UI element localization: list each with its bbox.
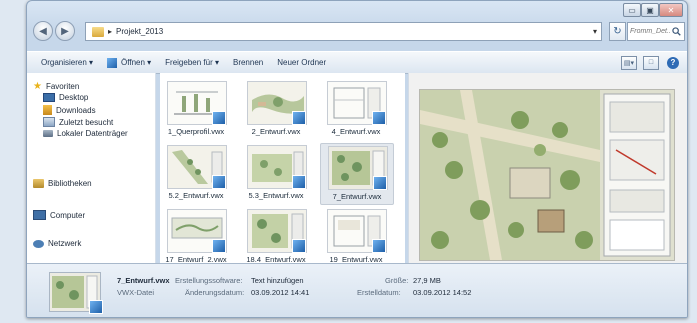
nav-downloads-label: Downloads <box>56 105 96 115</box>
file-tile[interactable]: 17_Entwurf_2.vwx <box>160 207 232 267</box>
file-tile[interactable]: 4_Entwurf.vwx <box>320 79 392 139</box>
details-modified-label: Änderungsdatum: <box>185 288 245 297</box>
vectorworks-file-icon <box>212 239 226 253</box>
details-modified-value: 03.09.2012 14:41 <box>251 288 310 297</box>
maximize-button[interactable]: ▣ <box>641 3 659 17</box>
library-icon <box>33 179 44 188</box>
file-name: 7_Entwurf.vwx <box>332 192 382 201</box>
vectorworks-icon <box>107 57 118 68</box>
nav-network-label: Netzwerk <box>48 239 82 248</box>
organize-menu[interactable]: Organisieren ▾ <box>41 58 93 67</box>
nav-local-drive[interactable]: Lokaler Datenträger <box>43 129 128 138</box>
address-row: ◀ ▶ ▸ Projekt_2013 ▾ ↻ <box>27 19 687 43</box>
new-folder-button[interactable]: Neuer Ordner <box>277 58 326 67</box>
breadcrumb-arrow-icon[interactable]: ▸ <box>108 27 112 36</box>
vectorworks-file-icon <box>372 239 386 253</box>
nav-favorites[interactable]: ★ Favoriten <box>33 81 79 92</box>
forward-button[interactable]: ▶ <box>55 21 75 41</box>
burn-button[interactable]: Brennen <box>233 58 263 67</box>
vectorworks-file-icon <box>372 111 386 125</box>
file-tile[interactable]: 1_Querprofil.vwx <box>160 79 232 139</box>
details-filetype: VWX-Datei <box>117 288 155 297</box>
nav-recent-label: Zuletzt besucht <box>59 117 114 127</box>
details-created-value: 03.09.2012 14:52 <box>413 288 472 297</box>
navigation-pane: ★ Favoriten Desktop Downloads Zuletzt be… <box>27 73 156 263</box>
back-arrow-icon: ◀ <box>39 25 47 37</box>
search-icon[interactable] <box>672 27 681 36</box>
nav-desktop-label: Desktop <box>59 93 89 102</box>
file-tile[interactable]: 5.3_Entwurf.vwx <box>240 143 312 203</box>
vectorworks-file-icon <box>292 239 306 253</box>
file-tile[interactable]: 18.4_Entwurf.vwx <box>240 207 312 267</box>
nav-computer[interactable]: Computer <box>33 210 85 220</box>
file-name: 4_Entwurf.vwx <box>331 127 381 136</box>
file-tile[interactable]: 2_Entwurf.vwx <box>240 79 312 139</box>
desktop-icon <box>43 93 55 102</box>
recent-places-icon <box>43 117 55 127</box>
details-created-label: Erstelldatum: <box>357 288 401 297</box>
back-button[interactable]: ◀ <box>33 21 53 41</box>
star-icon: ★ <box>33 81 42 92</box>
vectorworks-file-icon <box>89 300 103 314</box>
forward-arrow-icon: ▶ <box>61 25 69 37</box>
preview-image <box>419 89 675 261</box>
open-label: Öffnen ▾ <box>121 58 152 67</box>
share-menu[interactable]: Freigeben für ▾ <box>165 58 219 67</box>
nav-recent[interactable]: Zuletzt besucht <box>43 117 113 127</box>
vectorworks-file-icon <box>212 111 226 125</box>
close-button[interactable]: ✕ <box>659 3 683 17</box>
details-pane: 7_Entwurf.vwx VWX-Datei Erstellungssoftw… <box>27 263 687 317</box>
file-name: 2_Entwurf.vwx <box>251 127 301 136</box>
nav-local-drive-label: Lokaler Datenträger <box>57 129 128 138</box>
nav-downloads[interactable]: Downloads <box>43 105 96 115</box>
downloads-icon <box>43 105 52 115</box>
file-name: 5.3_Entwurf.vwx <box>248 191 304 200</box>
address-dropdown-icon[interactable]: ▾ <box>593 27 597 36</box>
file-name: 1_Querprofil.vwx <box>167 127 225 136</box>
refresh-button[interactable]: ↻ <box>609 22 626 41</box>
nav-favorites-label: Favoriten <box>45 82 80 91</box>
details-software-label: Erstellungssoftware: <box>175 276 243 285</box>
search-box[interactable] <box>627 22 685 41</box>
minimize-button[interactable]: ▭ <box>623 3 641 17</box>
view-options-icon[interactable]: ▤▾ <box>621 55 637 70</box>
details-size-value: 27,9 MB <box>413 276 441 285</box>
network-icon <box>33 239 44 248</box>
vectorworks-file-icon <box>373 176 387 190</box>
vectorworks-file-icon <box>292 175 306 189</box>
details-software-value[interactable]: Text hinzufügen <box>251 276 304 285</box>
folder-icon <box>92 26 104 37</box>
help-icon[interactable]: ? <box>667 56 679 69</box>
vectorworks-file-icon <box>292 111 306 125</box>
explorer-window: ▭ ▣ ✕ ◀ ▶ ▸ Projekt_2013 ▾ ↻ Organisiere… <box>26 0 688 318</box>
command-bar: Organisieren ▾ Öffnen ▾ Freigeben für ▾ … <box>27 51 687 74</box>
file-tile[interactable]: 5.2_Entwurf.vwx <box>160 143 232 203</box>
nav-network[interactable]: Netzwerk <box>33 239 81 248</box>
details-size-label: Größe: <box>385 276 409 285</box>
nav-libraries[interactable]: Bibliotheken <box>33 179 92 188</box>
open-menu[interactable]: Öffnen ▾ <box>107 57 152 68</box>
details-filename: 7_Entwurf.vwx <box>117 276 170 285</box>
file-name: 5.2_Entwurf.vwx <box>168 191 224 200</box>
nav-libraries-label: Bibliotheken <box>48 179 92 188</box>
nav-desktop[interactable]: Desktop <box>43 93 88 102</box>
preview-pane <box>408 73 687 263</box>
nav-computer-label: Computer <box>50 210 86 220</box>
search-input[interactable] <box>628 28 672 35</box>
file-list: 1_Querprofil.vwx 2_Entwurf.vwx 4_Entwurf… <box>160 73 405 264</box>
vectorworks-file-icon <box>212 175 226 189</box>
title-bar: ▭ ▣ ✕ <box>27 1 687 17</box>
breadcrumb-path[interactable]: Projekt_2013 <box>116 27 163 36</box>
preview-pane-icon[interactable]: □ <box>643 55 659 70</box>
file-tile[interactable]: 19_Entwurf.vwx <box>320 207 392 267</box>
address-bar[interactable]: ▸ Projekt_2013 ▾ <box>85 22 602 41</box>
file-tile-selected[interactable]: 7_Entwurf.vwx <box>320 143 394 205</box>
drive-icon <box>43 130 53 137</box>
computer-icon <box>33 210 46 220</box>
refresh-icon: ↻ <box>613 26 622 37</box>
